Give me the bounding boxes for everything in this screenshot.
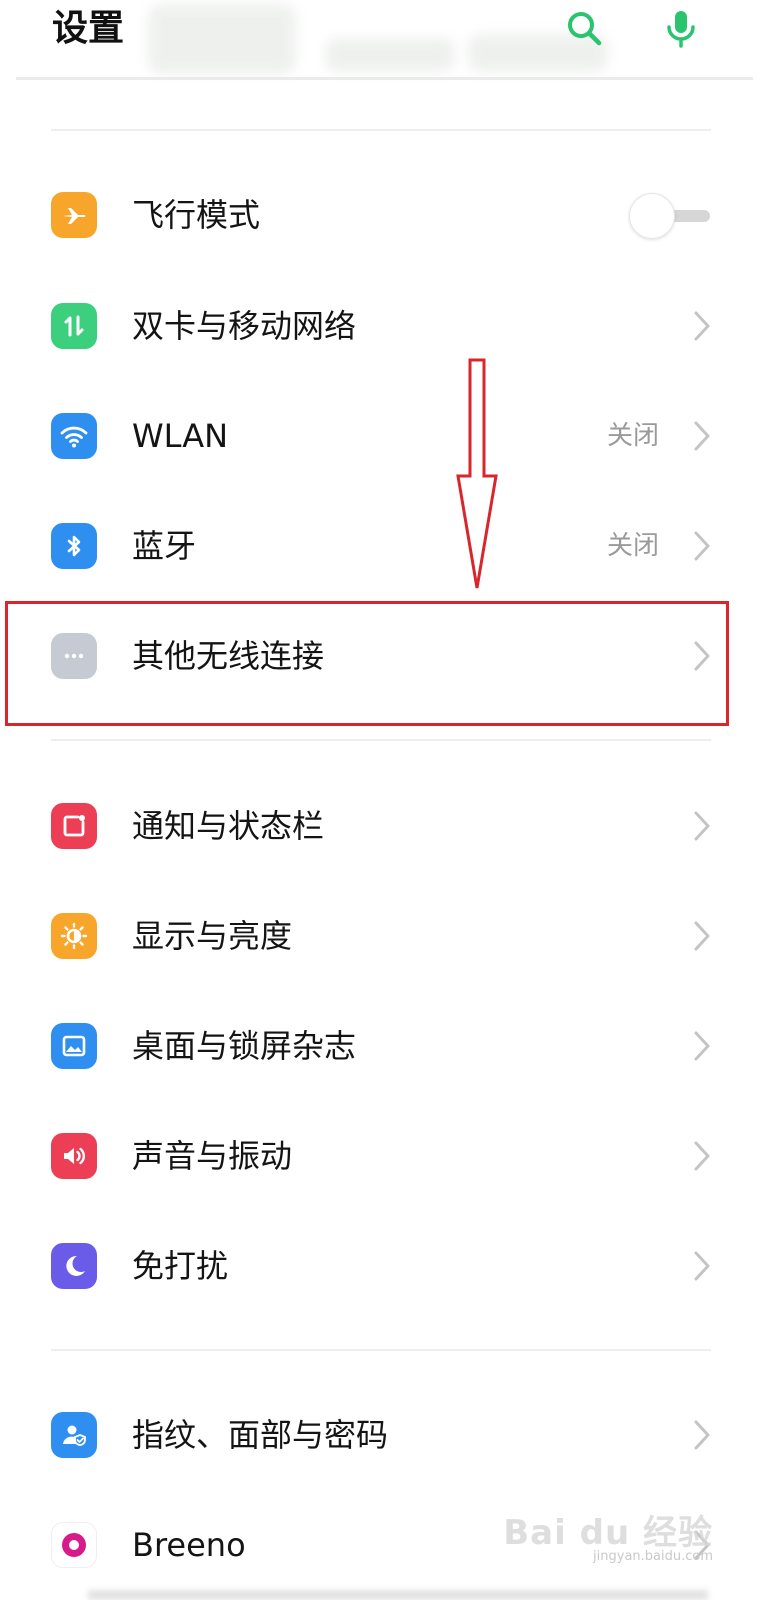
search-icon[interactable] xyxy=(564,8,604,48)
watermark-url: jingyan.baidu.com xyxy=(593,1549,713,1564)
airplane-mode-toggle[interactable] xyxy=(628,193,712,239)
setting-label: Breeno xyxy=(132,1526,246,1564)
down-arrow-annotation-icon xyxy=(456,358,498,589)
setting-label: 通知与状态栏 xyxy=(132,807,325,845)
setting-label: 声音与振动 xyxy=(132,1137,293,1175)
setting-label: 显示与亮度 xyxy=(132,917,293,955)
breeno-icon xyxy=(51,1522,97,1568)
header: 设置 xyxy=(0,0,769,82)
setting-mobile-network[interactable]: 双卡与移动网络 xyxy=(0,271,769,381)
swap-arrows-icon xyxy=(51,303,97,349)
chevron-right-icon xyxy=(694,311,710,341)
setting-label: 桌面与锁屏杂志 xyxy=(132,1027,357,1065)
section-divider xyxy=(51,739,711,741)
setting-wallpaper[interactable]: 桌面与锁屏杂志 xyxy=(0,991,769,1101)
setting-label: 蓝牙 xyxy=(132,527,197,565)
bluetooth-status: 关闭 xyxy=(606,531,659,561)
setting-label: 指纹、面部与密码 xyxy=(132,1416,389,1454)
toggle-knob xyxy=(629,193,675,239)
setting-label: WLAN xyxy=(132,417,229,455)
wlan-status: 关闭 xyxy=(606,421,659,451)
blurred-bottom-area xyxy=(88,1590,708,1600)
picture-icon xyxy=(51,1023,97,1069)
header-divider xyxy=(16,77,753,80)
setting-label: 免打扰 xyxy=(132,1247,229,1285)
page-title: 设置 xyxy=(52,8,125,49)
chevron-right-icon xyxy=(694,1141,710,1171)
wifi-icon xyxy=(51,413,97,459)
chevron-right-icon xyxy=(694,1251,710,1281)
setting-notifications[interactable]: 通知与状态栏 xyxy=(0,771,769,881)
setting-fingerprint[interactable]: 指纹、面部与密码 xyxy=(0,1380,769,1490)
setting-bluetooth[interactable]: 蓝牙 关闭 xyxy=(0,491,769,601)
section-divider xyxy=(51,1349,711,1351)
setting-display[interactable]: 显示与亮度 xyxy=(0,881,769,991)
chevron-right-icon xyxy=(694,811,710,841)
sun-icon xyxy=(51,913,97,959)
speaker-icon xyxy=(51,1133,97,1179)
setting-sound[interactable]: 声音与振动 xyxy=(0,1101,769,1211)
setting-label: 双卡与移动网络 xyxy=(132,307,357,345)
microphone-icon[interactable] xyxy=(661,8,701,48)
setting-label: 飞行模式 xyxy=(132,196,261,234)
user-shield-icon xyxy=(51,1412,97,1458)
chevron-right-icon xyxy=(694,531,710,561)
chevron-right-icon xyxy=(694,1031,710,1061)
setting-wlan[interactable]: WLAN 关闭 xyxy=(0,381,769,491)
blurred-header-area xyxy=(325,38,455,72)
chevron-right-icon xyxy=(694,1420,710,1450)
setting-airplane-mode[interactable]: 飞行模式 xyxy=(0,160,769,270)
notification-icon xyxy=(51,803,97,849)
section-divider xyxy=(51,129,711,131)
highlight-annotation-box xyxy=(5,601,729,726)
blurred-header-area xyxy=(148,4,296,74)
watermark-logo: Bai du 经验 xyxy=(503,1513,713,1553)
airplane-icon xyxy=(51,192,97,238)
chevron-right-icon xyxy=(694,421,710,451)
setting-do-not-disturb[interactable]: 免打扰 xyxy=(0,1211,769,1321)
moon-icon xyxy=(51,1243,97,1289)
chevron-right-icon xyxy=(694,921,710,951)
bluetooth-icon xyxy=(51,523,97,569)
